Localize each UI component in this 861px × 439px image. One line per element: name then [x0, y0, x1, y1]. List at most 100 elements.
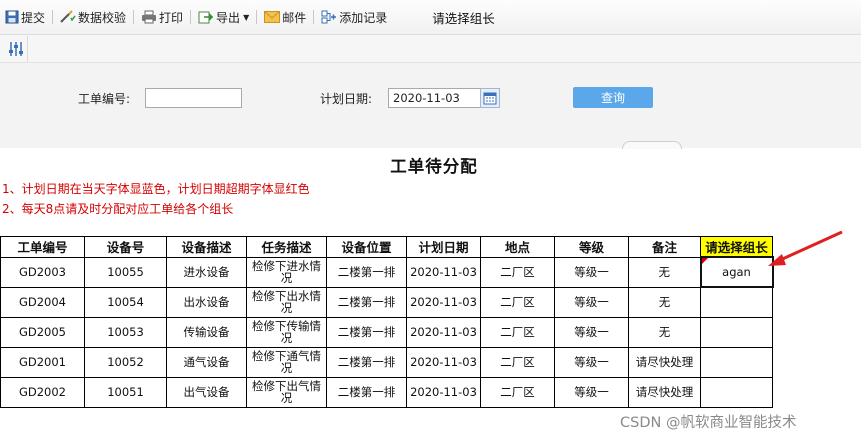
calendar-button[interactable] — [480, 88, 500, 108]
device-description-cell: 通气设备 — [166, 346, 247, 378]
add-record-icon — [321, 10, 337, 24]
collapse-panel-handle[interactable] — [622, 141, 682, 149]
column-header: 地点 — [480, 236, 555, 258]
table-row: GD2001 10052 通气设备 检修下通气情况 二楼第一排 2020-11-… — [0, 346, 773, 378]
submit-label: 提交 — [21, 10, 46, 25]
level-cell: 等级一 — [554, 286, 629, 318]
task-description-cell: 检修下传输情况 — [246, 316, 327, 348]
order-number-input[interactable] — [145, 88, 242, 108]
plan-date-cell: 2020-11-03 — [406, 286, 481, 318]
print-button[interactable]: 打印 — [138, 6, 186, 28]
export-label: 导出 — [216, 10, 241, 25]
print-label: 打印 — [159, 10, 184, 25]
plan-date-input[interactable] — [388, 88, 481, 108]
device-number-cell: 10055 — [84, 256, 167, 288]
order-number-label: 工单编号: — [78, 92, 131, 106]
calendar-icon — [483, 92, 497, 105]
validate-button[interactable]: 数据校验 — [57, 6, 129, 28]
leader-select-cell[interactable] — [700, 346, 773, 378]
level-cell: 等级一 — [554, 316, 629, 348]
column-header: 备注 — [628, 236, 701, 258]
order-number-cell: GD2001 — [0, 346, 85, 378]
toolbar-divider — [313, 10, 315, 24]
toolbar-title: 请选择组长 — [432, 10, 495, 26]
parameter-toggle-button[interactable] — [4, 36, 28, 62]
device-description-cell: 出气设备 — [166, 376, 247, 408]
remark-cell: 无 — [628, 286, 701, 318]
leader-select-cell[interactable] — [700, 316, 773, 348]
device-number-cell: 10054 — [84, 286, 167, 318]
add-record-label: 添加记录 — [339, 10, 388, 25]
order-number-cell: GD2002 — [0, 376, 85, 408]
remark-cell: 无 — [628, 256, 701, 288]
column-header: 设备描述 — [166, 236, 247, 258]
task-description-cell: 检修下出气情况 — [246, 376, 327, 408]
device-description-cell: 进水设备 — [166, 256, 247, 288]
arrow-icon — [768, 230, 843, 266]
plan-date-cell: 2020-11-03 — [406, 316, 481, 348]
site-cell: 二厂区 — [480, 316, 555, 348]
note-line-2: 2、每天8点请及时分配对应工单给各个组长 — [2, 202, 234, 216]
device-location-cell: 二楼第一排 — [326, 286, 407, 318]
export-button[interactable]: 导出 ▼ — [195, 6, 252, 28]
device-location-cell: 二楼第一排 — [326, 256, 407, 288]
device-location-cell: 二楼第一排 — [326, 376, 407, 408]
work-order-table: 工单编号 设备号 设备描述 任务描述 设备位置 计划日期 地点 等级 备注 请选… — [0, 236, 774, 408]
leader-value: agan — [722, 265, 751, 279]
leader-select-cell[interactable] — [700, 286, 773, 318]
level-cell: 等级一 — [554, 346, 629, 378]
remark-cell: 无 — [628, 316, 701, 348]
column-header: 等级 — [554, 236, 629, 258]
print-icon — [142, 10, 157, 24]
device-description-cell: 传输设备 — [166, 316, 247, 348]
watermark: CSDN @帆软商业智能技术 — [620, 415, 797, 431]
toolbar: 提交 数据校验 打印 导出 ▼ 邮件 添加记录 请选择组长 — [0, 0, 861, 35]
plan-date-cell: 2020-11-03 — [406, 376, 481, 408]
order-number-cell: GD2003 — [0, 256, 85, 288]
chevron-down-icon: ▼ — [243, 12, 250, 22]
mail-icon — [264, 11, 281, 23]
device-description-cell: 出水设备 — [166, 286, 247, 318]
note-line-1: 1、计划日期在当天字体显蓝色，计划日期超期字体显红色 — [2, 182, 310, 196]
table-row: GD2005 10053 传输设备 检修下传输情况 二楼第一排 2020-11-… — [0, 316, 773, 348]
leader-select-cell[interactable] — [700, 376, 773, 408]
mail-label: 邮件 — [282, 10, 307, 25]
validate-label: 数据校验 — [78, 10, 127, 25]
submit-button[interactable]: 提交 — [2, 6, 48, 28]
remark-cell: 请尽快处理 — [628, 376, 701, 408]
toolbar-divider — [52, 10, 54, 24]
column-header: 工单编号 — [0, 236, 85, 258]
mail-button[interactable]: 邮件 — [261, 6, 309, 28]
task-description-cell: 检修下进水情况 — [246, 256, 327, 288]
device-number-cell: 10051 — [84, 376, 167, 408]
site-cell: 二厂区 — [480, 376, 555, 408]
parameter-panel: 工单编号: 计划日期: 查询 — [0, 63, 861, 149]
save-icon — [5, 10, 19, 24]
column-header: 设备位置 — [326, 236, 407, 258]
site-cell: 二厂区 — [480, 346, 555, 378]
toolbar-divider — [133, 10, 135, 24]
column-header: 计划日期 — [406, 236, 481, 258]
device-number-cell: 10053 — [84, 316, 167, 348]
settings-sliders-icon — [8, 42, 23, 56]
device-location-cell: 二楼第一排 — [326, 346, 407, 378]
report-page: 提交 数据校验 打印 导出 ▼ 邮件 添加记录 请选择组长 工单编号: 计划日期… — [0, 0, 861, 439]
export-icon — [198, 11, 214, 24]
query-button[interactable]: 查询 — [573, 87, 653, 108]
device-location-cell: 二楼第一排 — [326, 316, 407, 348]
site-cell: 二厂区 — [480, 256, 555, 288]
plan-date-cell: 2020-11-03 — [406, 256, 481, 288]
order-number-cell: GD2004 — [0, 286, 85, 318]
column-header: 任务描述 — [246, 236, 327, 258]
parameter-toggle-bar — [0, 35, 861, 63]
validate-icon — [60, 10, 76, 23]
site-cell: 二厂区 — [480, 286, 555, 318]
column-header: 设备号 — [84, 236, 167, 258]
comment-marker-icon — [702, 259, 708, 264]
add-record-button[interactable]: 添加记录 — [318, 6, 390, 28]
device-number-cell: 10052 — [84, 346, 167, 378]
plan-date-label: 计划日期: — [320, 92, 373, 106]
plan-date-cell: 2020-11-03 — [406, 346, 481, 378]
task-description-cell: 检修下出水情况 — [246, 286, 327, 318]
table-row: GD2004 10054 出水设备 检修下出水情况 二楼第一排 2020-11-… — [0, 286, 773, 318]
